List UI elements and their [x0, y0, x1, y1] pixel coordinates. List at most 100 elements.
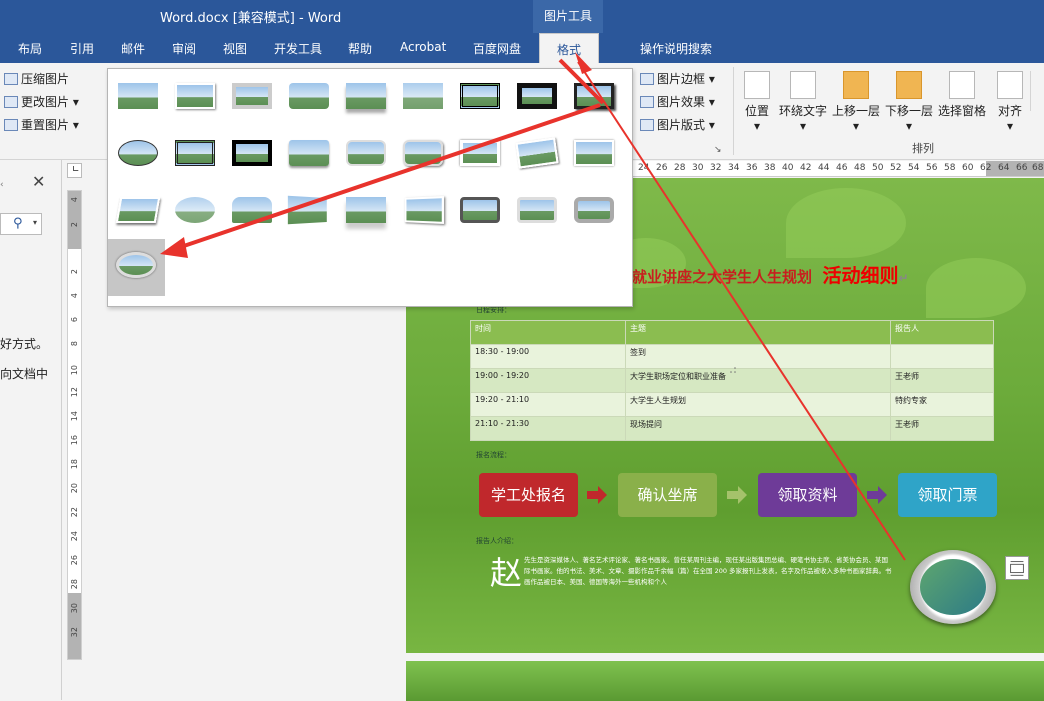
picture-style-option[interactable]: [170, 131, 220, 175]
bring-forward-button[interactable]: 上移一层 ▾: [831, 71, 881, 133]
picture-style-option[interactable]: [341, 74, 391, 118]
tab-help[interactable]: 帮助: [348, 40, 372, 57]
picture-style-option[interactable]: [512, 131, 562, 175]
picture-style-option[interactable]: [455, 74, 505, 118]
tab-acrobat[interactable]: Acrobat: [400, 40, 446, 54]
picture-style-option[interactable]: [170, 188, 220, 232]
horizontal-ruler[interactable]: 20 22 24 26 28 30 32 34 36 38 40 42 44 4…: [600, 161, 1044, 177]
close-icon[interactable]: ✕: [32, 172, 45, 191]
vertical-ruler[interactable]: 4 2 2 4 6 8 10 12 14 16 18 20 22 24 26 2…: [67, 190, 82, 660]
tab-review[interactable]: 审阅: [172, 40, 196, 57]
picture-style-option[interactable]: [398, 188, 448, 232]
tab-baidu-netdisk[interactable]: 百度网盘: [473, 40, 521, 57]
vruler-tick: 30: [70, 603, 79, 614]
picture-style-option[interactable]: [398, 131, 448, 175]
picture-style-option[interactable]: [398, 74, 448, 118]
tab-references[interactable]: 引用: [70, 40, 94, 57]
picture-layout-button[interactable]: 图片版式 ▾: [640, 116, 715, 133]
pane-menu-icon[interactable]: ‹: [0, 180, 4, 190]
picture-style-option[interactable]: [284, 74, 334, 118]
background-leaf: [786, 188, 906, 258]
align-button[interactable]: 对齐 ▾: [994, 71, 1026, 133]
table-cell: 王老师: [890, 416, 994, 441]
tab-developer[interactable]: 开发工具: [274, 40, 322, 57]
wrap-text-icon: [790, 71, 816, 99]
speaker-portrait-image[interactable]: [910, 550, 996, 624]
picture-style-option[interactable]: [341, 131, 391, 175]
table-cell: 18:30 - 19:00: [470, 344, 626, 369]
picture-style-option[interactable]: [341, 188, 391, 232]
picture-style-option[interactable]: [113, 131, 163, 175]
group-icon[interactable]: [1030, 71, 1042, 111]
chevron-down-icon[interactable]: ▾: [33, 218, 37, 227]
heading-main-text: 就业讲座之大学生人生规划: [632, 268, 813, 286]
schedule-table[interactable]: 时间 主题 报告人 18:30 - 19:00 签到 19:00 - 19:20…: [470, 320, 994, 441]
resize-grip-icon[interactable]: [728, 365, 737, 374]
align-icon: [997, 71, 1023, 99]
picture-styles-gallery[interactable]: [107, 68, 736, 373]
table-header-cell: 主题: [625, 320, 891, 345]
flow-arrow-icon: [867, 486, 887, 504]
picture-style-option[interactable]: [512, 188, 562, 232]
table-cell: 大学生人生规划: [625, 392, 891, 417]
picture-style-option[interactable]: [569, 188, 619, 232]
picture-tools-context: 图片工具: [533, 0, 603, 33]
picture-style-option[interactable]: [455, 131, 505, 175]
vruler-tick: 4: [70, 293, 79, 299]
page-gap: [406, 653, 1044, 661]
hruler-tick: 64: [998, 163, 1010, 173]
wrap-text-button[interactable]: 环绕文字 ▾: [778, 71, 828, 133]
portrait-photo: [920, 559, 986, 615]
picture-style-option[interactable]: [569, 74, 619, 118]
tell-me-search[interactable]: 操作说明搜索: [640, 40, 712, 57]
picture-style-option[interactable]: [113, 188, 163, 232]
flow-step-collect-materials[interactable]: 领取资料: [758, 473, 857, 517]
title-bar: [0, 0, 1044, 33]
picture-style-option[interactable]: [227, 74, 277, 118]
vruler-tick: 16: [70, 435, 79, 446]
selection-pane-button[interactable]: 选择窗格: [937, 71, 987, 119]
picture-style-option[interactable]: [284, 188, 334, 232]
picture-style-option[interactable]: [569, 131, 619, 175]
picture-style-option[interactable]: [227, 131, 277, 175]
reset-picture-button[interactable]: 重置图片 ▾: [4, 116, 79, 133]
intro-initial: 赵: [490, 554, 523, 592]
reset-picture-icon: [4, 119, 18, 131]
change-picture-button[interactable]: 更改图片 ▾: [4, 93, 79, 110]
navigation-pane: ✕ ‹ 好方式。 向文档中: [0, 160, 62, 700]
flow-step-confirm-seat[interactable]: 确认坐席: [618, 473, 717, 517]
document-page-2[interactable]: [406, 661, 1044, 701]
hruler-tick: 32: [710, 163, 722, 173]
picture-style-metal-oval[interactable]: [108, 239, 165, 296]
table-header-cell: 报告人: [890, 320, 994, 345]
navigation-search-input[interactable]: ⚲ ▾: [0, 213, 42, 235]
send-backward-button[interactable]: 下移一层 ▾: [884, 71, 934, 133]
tab-format[interactable]: 格式: [539, 33, 599, 65]
bring-forward-icon: [843, 71, 869, 99]
hruler-tick: 62: [980, 163, 992, 173]
flow-step-collect-ticket[interactable]: 领取门票: [898, 473, 997, 517]
picture-style-option[interactable]: [284, 131, 334, 175]
tab-mailings[interactable]: 邮件: [121, 40, 145, 57]
tab-layout[interactable]: 布局: [18, 40, 42, 57]
picture-style-option[interactable]: [170, 74, 220, 118]
position-button[interactable]: 位置 ▾: [742, 71, 772, 133]
picture-border-button[interactable]: 图片边框 ▾: [640, 70, 715, 87]
layout-options-icon[interactable]: [1005, 556, 1029, 580]
dialog-launcher-icon[interactable]: ↘: [714, 145, 722, 155]
picture-effects-button[interactable]: 图片效果 ▾: [640, 93, 715, 110]
table-cell: 特约专家: [890, 392, 994, 417]
picture-style-option[interactable]: [227, 188, 277, 232]
layout-icon: [640, 119, 654, 131]
send-backward-icon: [896, 71, 922, 99]
tab-selector[interactable]: ∟: [67, 163, 82, 178]
vruler-tick: 2: [70, 222, 79, 228]
flow-step-register[interactable]: 学工处报名: [479, 473, 578, 517]
vruler-tick: 18: [70, 459, 79, 470]
picture-style-option[interactable]: [512, 74, 562, 118]
picture-style-option[interactable]: [113, 74, 163, 118]
pane-help-text-1: 好方式。: [0, 337, 49, 351]
picture-style-option[interactable]: [455, 188, 505, 232]
compress-pictures-button[interactable]: 压缩图片: [4, 70, 69, 87]
tab-view[interactable]: 视图: [223, 40, 247, 57]
